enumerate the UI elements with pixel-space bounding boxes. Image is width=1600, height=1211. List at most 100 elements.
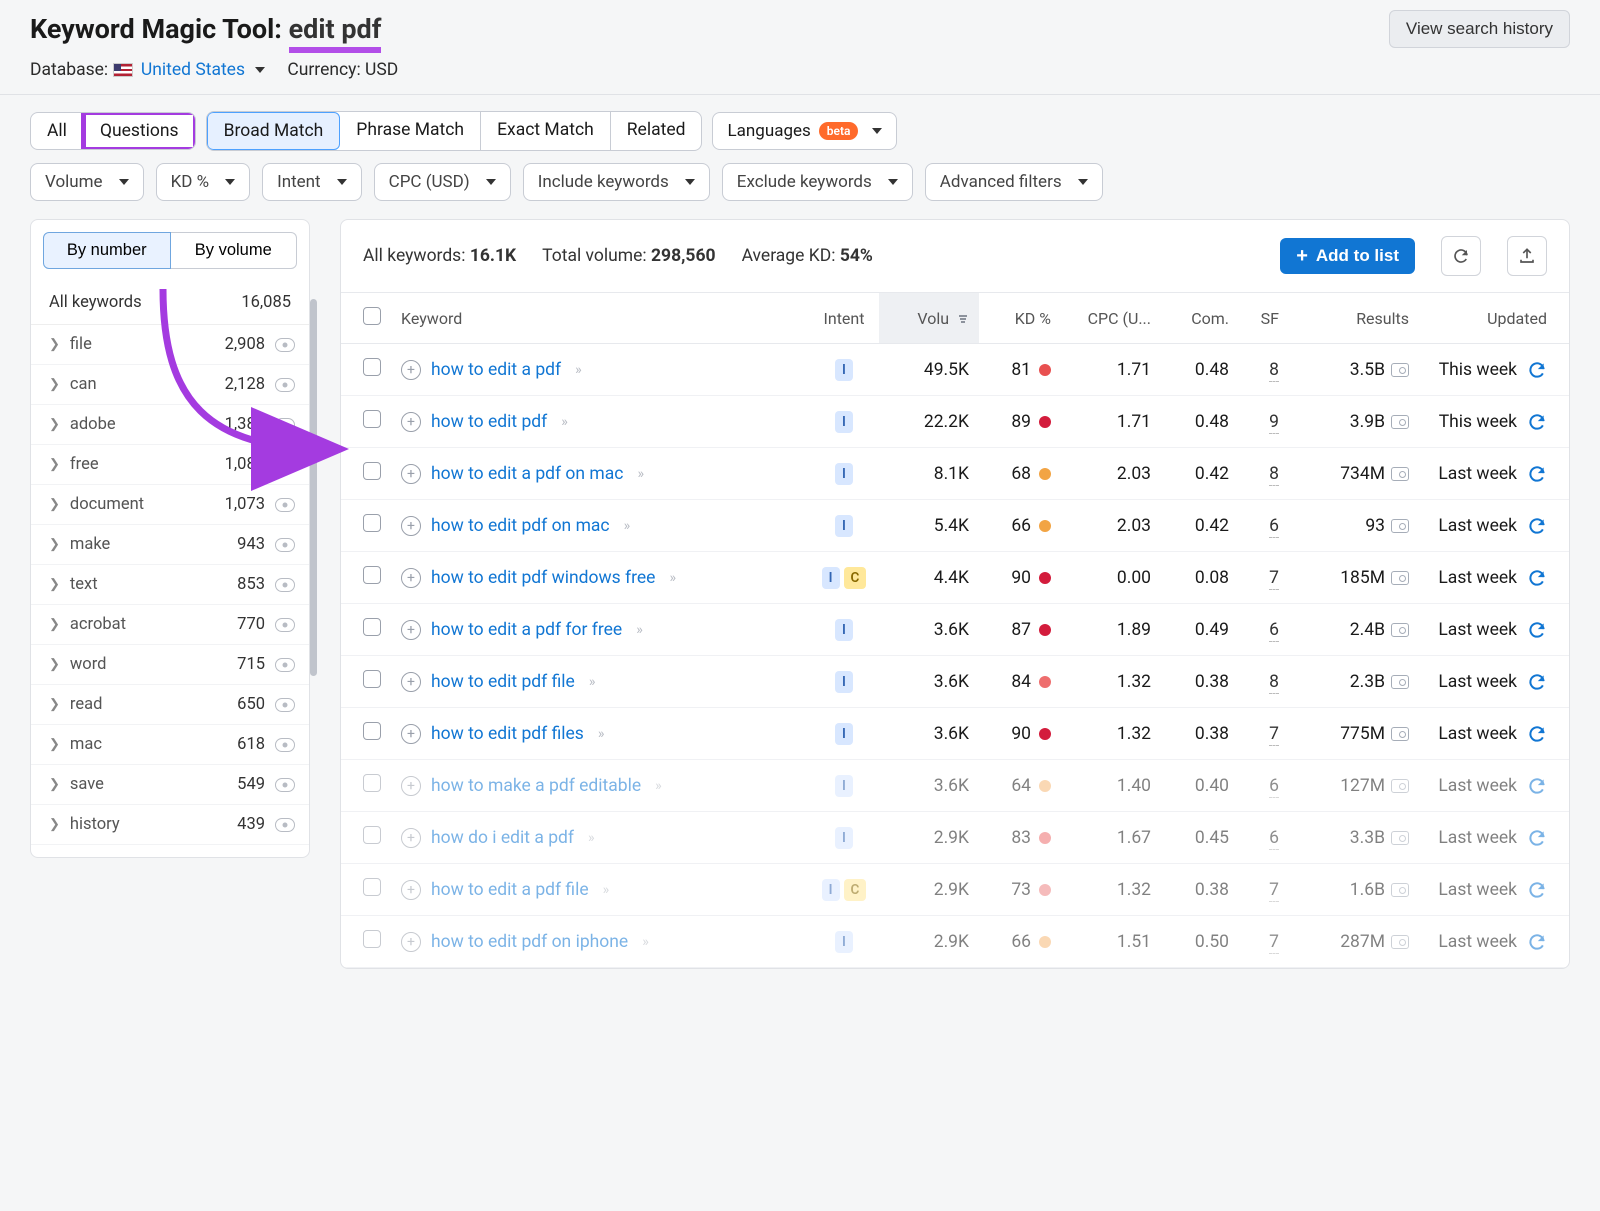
eye-icon[interactable]	[275, 538, 295, 552]
filter-exclude-keywords[interactable]: Exclude keywords	[722, 163, 913, 201]
row-checkbox[interactable]	[363, 514, 381, 532]
col-keyword[interactable]: Keyword	[391, 293, 809, 344]
add-to-list-button[interactable]: + Add to list	[1280, 238, 1415, 274]
filter-advanced-filters[interactable]: Advanced filters	[925, 163, 1103, 201]
col-kd[interactable]: KD %	[979, 293, 1061, 344]
group-item-read[interactable]: ❯read650	[31, 685, 309, 725]
expand-icon[interactable]: +	[401, 672, 421, 692]
tab-broad-match[interactable]: Broad Match	[207, 112, 341, 150]
col-volume[interactable]: Volu	[879, 293, 979, 344]
tab-exact-match[interactable]: Exact Match	[481, 112, 611, 150]
sf-cell[interactable]: 7	[1269, 880, 1279, 902]
open-icon[interactable]: »	[669, 570, 673, 586]
expand-icon[interactable]: +	[401, 620, 421, 640]
keyword-link[interactable]: how to edit a pdf for free	[431, 620, 622, 640]
group-item-can[interactable]: ❯can2,128	[31, 365, 309, 405]
refresh-row-icon[interactable]	[1527, 828, 1547, 848]
group-item-history[interactable]: ❯history439	[31, 805, 309, 845]
sf-cell[interactable]: 7	[1269, 568, 1279, 590]
expand-icon[interactable]: +	[401, 568, 421, 588]
tab-questions[interactable]: Questions	[84, 113, 195, 149]
group-item-free[interactable]: ❯free1,081	[31, 445, 309, 485]
open-icon[interactable]: »	[636, 622, 640, 638]
expand-icon[interactable]: +	[401, 464, 421, 484]
open-icon[interactable]: »	[603, 882, 607, 898]
serp-icon[interactable]	[1391, 935, 1409, 949]
all-keywords-row[interactable]: All keywords 16,085	[31, 283, 309, 325]
refresh-row-icon[interactable]	[1527, 464, 1547, 484]
filter-cpc-usd-[interactable]: CPC (USD)	[374, 163, 511, 201]
expand-icon[interactable]: +	[401, 724, 421, 744]
sidebar-scrollbar[interactable]	[310, 299, 317, 838]
serp-icon[interactable]	[1391, 363, 1409, 377]
expand-icon[interactable]: +	[401, 776, 421, 796]
col-sf[interactable]: SF	[1239, 293, 1289, 344]
sf-cell[interactable]: 8	[1269, 464, 1279, 486]
serp-icon[interactable]	[1391, 571, 1409, 585]
open-icon[interactable]: »	[575, 362, 579, 378]
languages-dropdown[interactable]: Languages beta	[712, 112, 897, 150]
group-item-text[interactable]: ❯text853	[31, 565, 309, 605]
keyword-link[interactable]: how to edit a pdf on mac	[431, 464, 623, 484]
row-checkbox[interactable]	[363, 618, 381, 636]
filter-intent[interactable]: Intent	[262, 163, 362, 201]
group-item-save[interactable]: ❯save549	[31, 765, 309, 805]
col-com[interactable]: Com.	[1161, 293, 1239, 344]
keyword-link[interactable]: how to edit a pdf file	[431, 880, 589, 900]
group-item-acrobat[interactable]: ❯acrobat770	[31, 605, 309, 645]
col-intent[interactable]: Intent	[809, 293, 879, 344]
row-checkbox[interactable]	[363, 462, 381, 480]
refresh-row-icon[interactable]	[1527, 672, 1547, 692]
refresh-row-icon[interactable]	[1527, 620, 1547, 640]
keyword-link[interactable]: how to edit pdf on iphone	[431, 932, 628, 952]
row-checkbox[interactable]	[363, 826, 381, 844]
keyword-link[interactable]: how to edit pdf file	[431, 672, 575, 692]
row-checkbox[interactable]	[363, 774, 381, 792]
tab-phrase-match[interactable]: Phrase Match	[340, 112, 481, 150]
expand-icon[interactable]: +	[401, 516, 421, 536]
sf-cell[interactable]: 6	[1269, 828, 1279, 850]
filter-include-keywords[interactable]: Include keywords	[523, 163, 710, 201]
open-icon[interactable]: »	[598, 726, 602, 742]
row-checkbox[interactable]	[363, 878, 381, 896]
eye-icon[interactable]	[275, 338, 295, 352]
keyword-link[interactable]: how to edit pdf windows free	[431, 568, 655, 588]
sort-by-volume-button[interactable]: By volume	[171, 232, 298, 269]
serp-icon[interactable]	[1391, 779, 1409, 793]
eye-icon[interactable]	[275, 698, 295, 712]
eye-icon[interactable]	[275, 778, 295, 792]
open-icon[interactable]: »	[637, 466, 641, 482]
refresh-row-icon[interactable]	[1527, 880, 1547, 900]
open-icon[interactable]: »	[561, 414, 565, 430]
expand-icon[interactable]: +	[401, 880, 421, 900]
refresh-button[interactable]	[1441, 236, 1481, 276]
sf-cell[interactable]: 8	[1269, 672, 1279, 694]
sf-cell[interactable]: 7	[1269, 932, 1279, 954]
keyword-link[interactable]: how to edit a pdf	[431, 360, 561, 380]
sf-cell[interactable]: 9	[1269, 412, 1279, 434]
serp-icon[interactable]	[1391, 415, 1409, 429]
select-all-checkbox[interactable]	[363, 307, 381, 325]
sf-cell[interactable]: 7	[1269, 724, 1279, 746]
open-icon[interactable]: »	[642, 934, 646, 950]
refresh-row-icon[interactable]	[1527, 776, 1547, 796]
keyword-link[interactable]: how to edit pdf on mac	[431, 516, 610, 536]
row-checkbox[interactable]	[363, 358, 381, 376]
open-icon[interactable]: »	[588, 830, 592, 846]
serp-icon[interactable]	[1391, 467, 1409, 481]
serp-icon[interactable]	[1391, 727, 1409, 741]
view-search-history-button[interactable]: View search history	[1389, 10, 1570, 48]
open-icon[interactable]: »	[655, 778, 659, 794]
sf-cell[interactable]: 6	[1269, 516, 1279, 538]
group-item-word[interactable]: ❯word715	[31, 645, 309, 685]
row-checkbox[interactable]	[363, 566, 381, 584]
refresh-row-icon[interactable]	[1527, 412, 1547, 432]
col-cpc[interactable]: CPC (U...	[1061, 293, 1161, 344]
tab-all[interactable]: All	[31, 113, 84, 149]
refresh-row-icon[interactable]	[1527, 516, 1547, 536]
group-item-file[interactable]: ❯file2,908	[31, 325, 309, 365]
database-value[interactable]: United States	[141, 60, 245, 80]
serp-icon[interactable]	[1391, 883, 1409, 897]
col-results[interactable]: Results	[1289, 293, 1419, 344]
sf-cell[interactable]: 8	[1269, 360, 1279, 382]
